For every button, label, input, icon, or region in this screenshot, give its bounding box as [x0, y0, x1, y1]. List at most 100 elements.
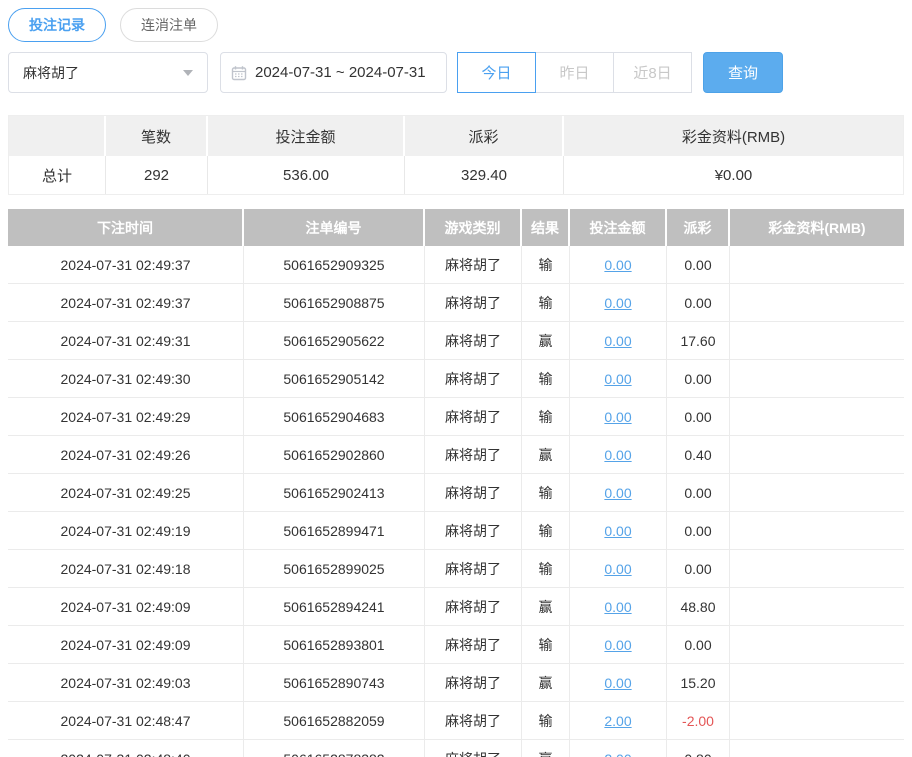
- result: 赢: [522, 322, 570, 359]
- bonus-value: [730, 322, 904, 359]
- table-body: 2024-07-31 02:49:37 5061652909325 麻将胡了 输…: [8, 246, 904, 757]
- tab-bet-records[interactable]: 投注记录: [8, 8, 106, 42]
- date-range-input[interactable]: 2024-07-31 ~ 2024-07-31: [220, 52, 447, 93]
- payout-value: 0.00: [667, 246, 730, 283]
- payout-value: 17.60: [667, 322, 730, 359]
- bet-amount-link[interactable]: 0.00: [604, 333, 631, 349]
- bet-time: 2024-07-31 02:49:29: [8, 398, 244, 435]
- game-type: 麻将胡了: [425, 588, 522, 625]
- bet-time: 2024-07-31 02:49:26: [8, 436, 244, 473]
- bet-amount-cell: 2.00: [570, 740, 667, 757]
- game-type: 麻将胡了: [425, 322, 522, 359]
- tab-cancel-orders[interactable]: 连消注单: [120, 8, 218, 42]
- bonus-value: [730, 360, 904, 397]
- bonus-value: [730, 436, 904, 473]
- order-id: 5061652909325: [244, 246, 425, 283]
- result: 输: [522, 398, 570, 435]
- result: 赢: [522, 436, 570, 473]
- summary-table: 笔数 投注金额 派彩 彩金资料(RMB) 总计 292 536.00 329.4…: [8, 115, 904, 195]
- bet-amount-link[interactable]: 0.00: [604, 257, 631, 273]
- bet-time: 2024-07-31 02:49:09: [8, 626, 244, 663]
- bet-time: 2024-07-31 02:49:09: [8, 588, 244, 625]
- summary-total-bet: 536.00: [208, 156, 405, 194]
- payout-value: 0.80: [667, 740, 730, 757]
- top-tabs: 投注记录 连消注单: [8, 8, 904, 42]
- payout-value: 0.00: [667, 626, 730, 663]
- last-8-days-button[interactable]: 近8日: [613, 52, 692, 93]
- bet-time: 2024-07-31 02:48:40: [8, 740, 244, 757]
- header-result: 结果: [522, 209, 570, 246]
- bet-amount-link[interactable]: 0.00: [604, 295, 631, 311]
- bonus-value: [730, 702, 904, 739]
- result: 输: [522, 550, 570, 587]
- bet-amount-cell: 0.00: [570, 474, 667, 511]
- bet-amount-link[interactable]: 0.00: [604, 637, 631, 653]
- summary-total-row: 总计 292 536.00 329.40 ¥0.00: [9, 156, 903, 194]
- result: 输: [522, 360, 570, 397]
- game-type: 麻将胡了: [425, 626, 522, 663]
- header-bet-amount: 投注金额: [570, 209, 667, 246]
- bet-time: 2024-07-31 02:49:30: [8, 360, 244, 397]
- bet-amount-link[interactable]: 0.00: [604, 599, 631, 615]
- order-id: 5061652893801: [244, 626, 425, 663]
- table-header-row: 下注时间 注单编号 游戏类别 结果 投注金额 派彩 彩金资料(RMB): [8, 209, 904, 246]
- payout-value: -2.00: [667, 702, 730, 739]
- bonus-value: [730, 512, 904, 549]
- summary-total-bonus: ¥0.00: [714, 166, 753, 184]
- bet-time: 2024-07-31 02:49:37: [8, 284, 244, 321]
- bet-time: 2024-07-31 02:49:37: [8, 246, 244, 283]
- table-row: 2024-07-31 02:48:40 5061652878382 麻将胡了 赢…: [8, 740, 904, 757]
- bet-records-table: 下注时间 注单编号 游戏类别 结果 投注金额 派彩 彩金资料(RMB) 2024…: [8, 209, 904, 757]
- order-id: 5061652905142: [244, 360, 425, 397]
- table-row: 2024-07-31 02:49:29 5061652904683 麻将胡了 输…: [8, 398, 904, 436]
- summary-total-payout: 329.40: [405, 156, 564, 194]
- game-type: 麻将胡了: [425, 436, 522, 473]
- bet-amount-link[interactable]: 0.00: [604, 371, 631, 387]
- summary-header-empty: [9, 116, 106, 156]
- summary-total-count: 292: [106, 156, 208, 194]
- chevron-down-icon: [183, 69, 193, 76]
- bet-amount-cell: 0.00: [570, 550, 667, 587]
- payout-value: 0.00: [667, 398, 730, 435]
- query-button[interactable]: 查询: [703, 52, 783, 93]
- bet-amount-link[interactable]: 2.00: [604, 751, 631, 757]
- bonus-value: [730, 246, 904, 283]
- bet-amount-link[interactable]: 0.00: [604, 523, 631, 539]
- bet-amount-link[interactable]: 0.00: [604, 409, 631, 425]
- today-button[interactable]: 今日: [457, 52, 536, 93]
- payout-value: 48.80: [667, 588, 730, 625]
- bet-amount-link[interactable]: 0.00: [604, 675, 631, 691]
- payout-value: 15.20: [667, 664, 730, 701]
- table-row: 2024-07-31 02:49:26 5061652902860 麻将胡了 赢…: [8, 436, 904, 474]
- game-select[interactable]: 麻将胡了: [8, 52, 208, 93]
- bonus-value: [730, 740, 904, 757]
- bet-amount-link[interactable]: 0.00: [604, 561, 631, 577]
- game-type: 麻将胡了: [425, 702, 522, 739]
- game-type: 麻将胡了: [425, 284, 522, 321]
- game-type: 麻将胡了: [425, 664, 522, 701]
- order-id: 5061652894241: [244, 588, 425, 625]
- payout-value: 0.40: [667, 436, 730, 473]
- header-payout: 派彩: [667, 209, 730, 246]
- filter-bar: 麻将胡了 2024-07-31 ~ 2024-07-31 今日 昨日 近8日 查…: [8, 52, 904, 93]
- result: 输: [522, 246, 570, 283]
- bet-amount-link[interactable]: 0.00: [604, 485, 631, 501]
- payout-value: 0.00: [667, 550, 730, 587]
- bet-amount-link[interactable]: 0.00: [604, 447, 631, 463]
- result: 赢: [522, 740, 570, 757]
- game-select-value: 麻将胡了: [23, 64, 79, 81]
- yesterday-button[interactable]: 昨日: [535, 52, 614, 93]
- table-row: 2024-07-31 02:49:37 5061652908875 麻将胡了 输…: [8, 284, 904, 322]
- table-row: 2024-07-31 02:49:30 5061652905142 麻将胡了 输…: [8, 360, 904, 398]
- bet-amount-link[interactable]: 2.00: [604, 713, 631, 729]
- bet-amount-cell: 0.00: [570, 512, 667, 549]
- summary-header-bonus: 彩金资料(RMB): [681, 128, 786, 146]
- bet-time: 2024-07-31 02:49:31: [8, 322, 244, 359]
- order-id: 5061652878382: [244, 740, 425, 757]
- bonus-value: [730, 664, 904, 701]
- bonus-value: [730, 474, 904, 511]
- date-range-value: 2024-07-31 ~ 2024-07-31: [255, 64, 426, 81]
- table-row: 2024-07-31 02:49:37 5061652909325 麻将胡了 输…: [8, 246, 904, 284]
- calendar-icon: [231, 65, 247, 81]
- table-row: 2024-07-31 02:49:09 5061652893801 麻将胡了 输…: [8, 626, 904, 664]
